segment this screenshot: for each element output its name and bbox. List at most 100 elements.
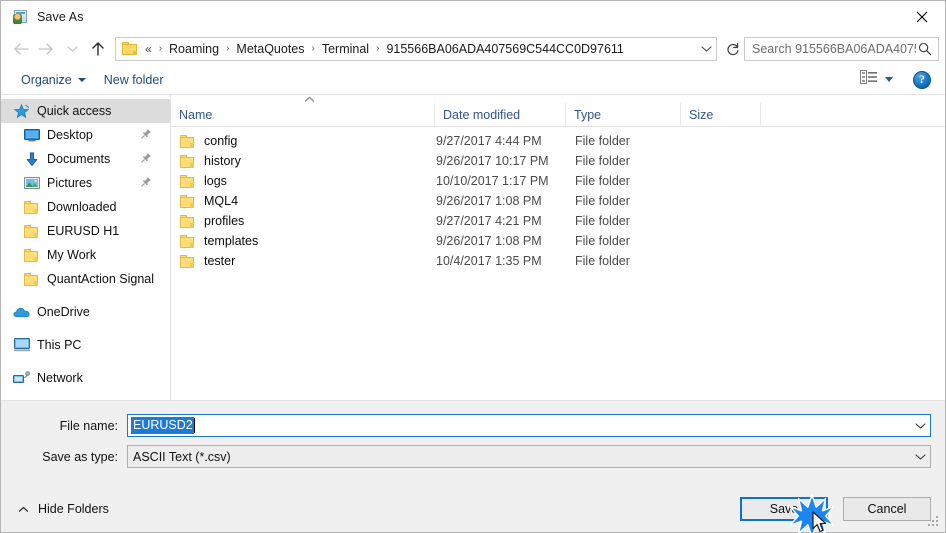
file-row-date: 9/27/2017 4:21 PM [436, 214, 542, 228]
close-icon[interactable] [899, 1, 945, 32]
table-row[interactable]: profiles 9/27/2017 4:21 PM File folder [171, 211, 945, 231]
file-row-name: tester [204, 254, 236, 268]
breadcrumb-overflow[interactable]: « [143, 40, 154, 58]
folder-icon [180, 254, 195, 268]
address-bar[interactable]: « › Roaming › MetaQuotes › Terminal › 91… [115, 36, 717, 61]
table-row[interactable]: config 9/27/2017 4:44 PM File folder [171, 131, 945, 151]
resize-grip-dot [928, 524, 930, 526]
sidebar-item-documents[interactable]: Documents [1, 147, 170, 171]
save-form: File name: EURUSD2 Save as type: ASCII T… [1, 401, 945, 486]
table-row[interactable]: templates 9/26/2017 1:08 PM File folder [171, 231, 945, 251]
search-box[interactable] [744, 36, 939, 61]
column-header-size-label: Size [689, 107, 714, 122]
cancel-button-label: Cancel [867, 502, 907, 516]
sidebar-item-label: Pictures [47, 176, 93, 190]
folder-icon [180, 174, 195, 188]
back-arrow-icon[interactable] [7, 36, 33, 62]
column-header-name[interactable]: Name [171, 96, 435, 126]
breadcrumb-separator: › [226, 42, 230, 54]
save-as-app-icon [12, 9, 28, 25]
file-row-date: 9/26/2017 1:08 PM [436, 194, 542, 208]
column-header-size[interactable]: Size [681, 103, 761, 126]
folder-icon [23, 271, 40, 287]
breadcrumb-separator: › [376, 42, 380, 54]
save-as-dialog: Save As « › Roaming › MetaQuotes › Termi… [0, 0, 946, 533]
table-row[interactable]: MQL4 9/26/2017 1:08 PM File folder [171, 191, 945, 211]
column-header-date-modified[interactable]: Date modified [435, 103, 566, 126]
sidebar-item-this-pc[interactable]: This PC [1, 333, 170, 357]
search-input[interactable] [752, 41, 916, 56]
up-arrow-icon[interactable] [85, 36, 111, 62]
file-name-chevron-down-icon[interactable] [910, 422, 930, 430]
column-header-name-label: Name [179, 107, 213, 122]
breadcrumb-item-roaming[interactable]: Roaming [167, 40, 221, 58]
save-as-type-chevron-down-icon[interactable] [910, 453, 930, 461]
help-button[interactable]: ? [913, 70, 931, 89]
pictures-icon [23, 175, 40, 191]
resize-grip[interactable] [928, 516, 941, 529]
folder-icon [122, 41, 138, 56]
file-row-name-cell: logs [171, 174, 435, 188]
folder-icon [180, 234, 195, 248]
navigation-sidebar: Quick access Desktop Documents Pictures Down… [1, 95, 171, 400]
navigation-bar: « › Roaming › MetaQuotes › Terminal › 91… [1, 32, 945, 65]
pin-icon[interactable] [141, 128, 152, 142]
table-row[interactable]: history 9/26/2017 10:17 PM File folder [171, 151, 945, 171]
breadcrumb-item-metaquotes[interactable]: MetaQuotes [234, 40, 306, 58]
folder-icon [23, 223, 40, 239]
recent-locations-chevron-down-icon[interactable] [59, 36, 85, 62]
chevron-down-icon [885, 77, 893, 82]
hide-folders-label: Hide Folders [38, 502, 109, 516]
breadcrumb-item-terminal[interactable]: Terminal [320, 40, 371, 58]
resize-grip-dot [932, 524, 934, 526]
new-folder-label: New folder [103, 72, 164, 87]
forward-arrow-icon[interactable] [33, 36, 59, 62]
sidebar-item-label: This PC [37, 338, 82, 352]
sidebar-item-pictures[interactable]: Pictures [1, 171, 170, 195]
file-row-type: File folder [575, 234, 630, 248]
address-dropdown-chevron-down-icon[interactable] [696, 38, 716, 60]
save-as-type-select[interactable]: ASCII Text (*.csv) [127, 445, 931, 468]
dialog-footer: Hide Folders Save Cancel [1, 486, 945, 533]
refresh-icon[interactable] [723, 38, 743, 60]
chevron-up-icon [18, 506, 29, 513]
sidebar-item-desktop[interactable]: Desktop [1, 123, 170, 147]
sidebar-item-onedrive[interactable]: OneDrive [1, 300, 170, 324]
file-row-type: File folder [575, 134, 630, 148]
chevron-down-icon [77, 77, 86, 82]
file-row-name: templates [204, 234, 259, 248]
download-arrow-icon [23, 151, 40, 167]
sidebar-item-quantaction-signal[interactable]: QuantAction Signal [1, 267, 170, 291]
command-toolbar: Organize New folder ? [1, 65, 945, 95]
sidebar-item-my-work[interactable]: My Work [1, 243, 170, 267]
column-header-type[interactable]: Type [566, 103, 681, 126]
file-row-name-cell: MQL4 [171, 194, 435, 208]
view-layout-button[interactable] [856, 67, 897, 92]
save-button[interactable]: Save [740, 494, 835, 533]
sidebar-item-downloaded[interactable]: Downloaded [1, 195, 170, 219]
search-icon[interactable] [916, 42, 934, 56]
new-folder-button[interactable]: New folder [98, 70, 170, 90]
table-row[interactable]: logs 10/10/2017 1:17 PM File folder [171, 171, 945, 191]
hide-folders-button[interactable]: Hide Folders [15, 502, 109, 516]
breadcrumb-item-terminal-id[interactable]: 915566BA06ADA407569C544CC0D97611 [384, 40, 625, 58]
dialog-body: Quick access Desktop Documents Pictures Down… [1, 95, 945, 401]
sidebar-item-network[interactable]: Network [1, 366, 170, 390]
sidebar-item-eurusd-h1[interactable]: EURUSD H1 [1, 219, 170, 243]
file-row-name-cell: tester [171, 254, 435, 268]
sidebar-item-quick-access[interactable]: Quick access [1, 99, 170, 123]
table-row[interactable]: tester 10/4/2017 1:35 PM File folder [171, 251, 945, 271]
organize-button[interactable]: Organize [15, 70, 92, 90]
cancel-button[interactable]: Cancel [843, 497, 931, 521]
file-row-date: 9/27/2017 4:44 PM [436, 134, 542, 148]
folder-icon [180, 194, 195, 208]
sort-ascending-icon [303, 96, 315, 104]
pin-icon[interactable] [141, 176, 152, 190]
file-row-type: File folder [575, 154, 630, 168]
file-name-value: EURUSD2 [131, 417, 194, 434]
file-row-name-cell: config [171, 134, 435, 148]
file-name-input[interactable]: EURUSD2 [127, 414, 931, 437]
pin-icon[interactable] [141, 152, 152, 166]
file-list-rows: config 9/27/2017 4:44 PM File folder histor… [171, 127, 945, 400]
desktop-icon [23, 127, 40, 143]
